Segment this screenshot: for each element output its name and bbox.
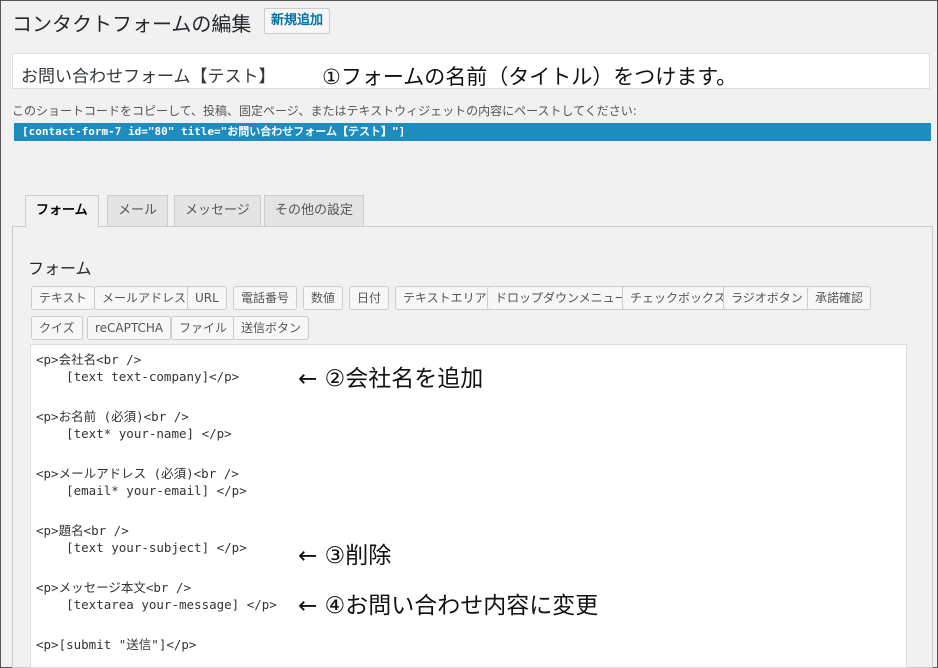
code-line: [text* your-name] </p> xyxy=(36,426,232,441)
annotation-2: ← ②会社名を追加 xyxy=(298,366,484,392)
annotation-1: ①フォームの名前（タイトル）をつけます。 xyxy=(322,65,738,89)
code-line: [text your-subject] </p> xyxy=(36,540,247,555)
page-title: コンタクトフォームの編集 xyxy=(12,12,252,36)
tag-button-textarea[interactable]: テキストエリア xyxy=(395,286,495,310)
annotation-3: ← ③削除 xyxy=(298,543,392,569)
tag-button-text[interactable]: テキスト xyxy=(31,286,95,310)
tab-form[interactable]: フォーム xyxy=(25,195,99,228)
form-title-value: お問い合わせフォーム【テスト】 xyxy=(21,67,276,87)
code-line: <p>会社名<br /> xyxy=(36,352,142,367)
code-line: <p>メールアドレス (必須)<br /> xyxy=(36,466,239,481)
tab-mail[interactable]: メール xyxy=(107,195,169,227)
tag-button-submit[interactable]: 送信ボタン xyxy=(233,316,310,340)
tag-button-radio[interactable]: ラジオボタン xyxy=(723,286,811,310)
tab-additional-settings[interactable]: その他の設定 xyxy=(264,195,365,227)
code-line: <p>[submit "送信"]</p> xyxy=(36,637,197,652)
tag-button-quiz[interactable]: クイズ xyxy=(31,316,83,340)
shortcode-box[interactable]: [contact-form-7 id="80" title="お問い合わせフォー… xyxy=(14,123,931,141)
tag-button-recaptcha[interactable]: reCAPTCHA xyxy=(87,316,172,340)
tag-button-email[interactable]: メールアドレス xyxy=(94,286,195,310)
shortcode-note: このショートコードをコピーして、投稿、固定ページ、またはテキストウィジェットの内… xyxy=(12,104,637,118)
tag-button-number[interactable]: 数値 xyxy=(303,286,344,310)
code-line: <p>お名前 (必須)<br /> xyxy=(36,409,189,424)
code-line: <p>題名<br /> xyxy=(36,523,129,538)
code-line: [text text-company]</p> xyxy=(36,369,240,384)
code-line: <p>メッセージ本文<br /> xyxy=(36,580,191,595)
tag-button-url[interactable]: URL xyxy=(187,286,227,310)
code-line: [email* your-email] </p> xyxy=(36,483,247,498)
tag-button-checkbox[interactable]: チェックボックス xyxy=(622,286,734,310)
tag-button-tel[interactable]: 電話番号 xyxy=(233,286,298,310)
tab-messages[interactable]: メッセージ xyxy=(174,195,261,227)
panel-heading: フォーム xyxy=(28,259,92,278)
code-line: [textarea your-message] </p> xyxy=(36,597,277,612)
annotation-4: ← ④お問い合わせ内容に変更 xyxy=(298,593,599,619)
tag-button-date[interactable]: 日付 xyxy=(349,286,390,310)
tag-button-file[interactable]: ファイル xyxy=(171,316,236,340)
add-new-button[interactable]: 新規追加 xyxy=(264,8,331,34)
tag-button-dropdown[interactable]: ドロップダウンメニュー xyxy=(487,286,635,310)
tag-button-acceptance[interactable]: 承諾確認 xyxy=(807,286,872,310)
